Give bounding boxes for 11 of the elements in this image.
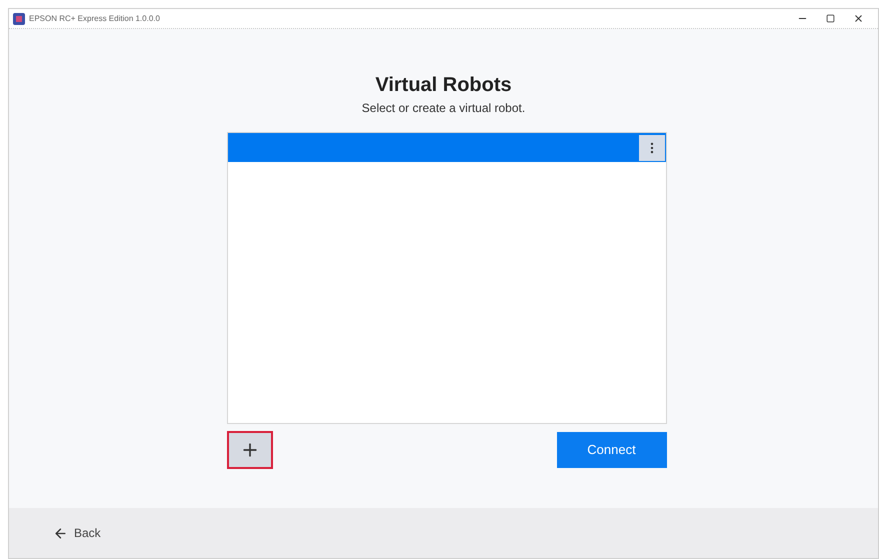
page-heading: Virtual Robots bbox=[375, 73, 512, 97]
maximize-icon[interactable] bbox=[826, 14, 835, 23]
connect-button[interactable]: Connect bbox=[556, 432, 666, 468]
close-icon[interactable] bbox=[853, 13, 864, 24]
back-button[interactable]: Back bbox=[53, 524, 101, 542]
add-robot-button[interactable] bbox=[226, 431, 272, 469]
page-subtitle: Select or create a virtual robot. bbox=[362, 100, 526, 117]
app-logo-icon bbox=[13, 12, 25, 24]
window-title: EPSON RC+ Express Edition 1.0.0.0 bbox=[29, 12, 160, 24]
robot-list-item[interactable] bbox=[228, 133, 666, 162]
more-options-button[interactable] bbox=[638, 134, 664, 160]
